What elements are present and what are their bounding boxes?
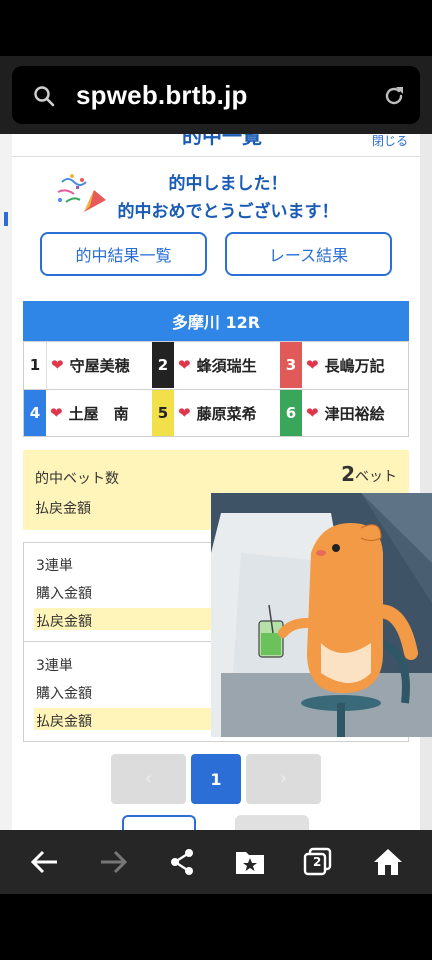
home-icon bbox=[374, 849, 402, 875]
race-result-button[interactable]: レース結果 bbox=[225, 232, 392, 276]
racer-name: 守屋美穂 bbox=[69, 356, 130, 375]
bottom-button-right[interactable] bbox=[235, 815, 309, 830]
racer-grid: 1 ❤ 守屋美穂 2 ❤ 蜂須瑞生 3 ❤ 長嶋万記 4 ❤ 土屋 南 5 ❤ … bbox=[23, 341, 409, 437]
browser-bottom-nav: 2 bbox=[0, 830, 432, 894]
racer-number: 1 bbox=[24, 342, 47, 388]
divider bbox=[12, 156, 420, 157]
purchase-label: 購入金額 bbox=[36, 586, 92, 602]
tabs-button[interactable]: 2 bbox=[298, 844, 338, 880]
racer-cell: 2 ❤ 蜂須瑞生 bbox=[152, 342, 280, 388]
page-1-button[interactable]: 1 bbox=[191, 754, 241, 804]
reload-icon[interactable] bbox=[382, 84, 406, 108]
share-icon bbox=[171, 849, 193, 875]
heart-icon[interactable]: ❤ bbox=[178, 404, 191, 422]
modal-title: 的中一覧 bbox=[182, 134, 262, 148]
back-button[interactable] bbox=[24, 844, 64, 880]
congrats-line-1: 的中しました！ bbox=[168, 174, 288, 194]
race-header: 多摩川 12R bbox=[23, 301, 409, 341]
racer-number: 6 bbox=[280, 390, 302, 436]
search-icon bbox=[34, 86, 55, 107]
party-popper-icon bbox=[57, 174, 106, 212]
next-arrow: › bbox=[279, 768, 288, 789]
prev-arrow: ‹ bbox=[144, 768, 153, 789]
payout-label: 払戻金額 bbox=[35, 501, 91, 517]
close-button[interactable]: 閉じる bbox=[372, 134, 408, 149]
racer-cell: 1 ❤ 守屋美穂 bbox=[24, 342, 152, 388]
heart-icon[interactable]: ❤ bbox=[306, 356, 319, 374]
racer-name: 津田裕絵 bbox=[324, 404, 385, 423]
heart-icon[interactable]: ❤ bbox=[306, 404, 319, 422]
payout-label: 払戻金額 bbox=[36, 614, 92, 630]
share-button[interactable] bbox=[162, 844, 202, 880]
back-icon bbox=[30, 850, 57, 874]
bet-count-unit: ベット bbox=[355, 469, 397, 485]
browser-toolbar: spweb.brtb.jp bbox=[0, 56, 432, 134]
racer-cell: 4 ❤ 土屋 南 bbox=[24, 390, 152, 436]
mascot-overlay-image[interactable] bbox=[211, 493, 432, 737]
home-button[interactable] bbox=[368, 844, 408, 880]
racer-cell: 5 ❤ 藤原菜希 bbox=[152, 390, 280, 436]
bookmark-star-icon bbox=[236, 852, 264, 874]
payout-label: 払戻金額 bbox=[36, 714, 92, 730]
racer-name: 蜂須瑞生 bbox=[196, 356, 257, 375]
url-text: spweb.brtb.jp bbox=[76, 80, 248, 110]
forward-button[interactable] bbox=[94, 844, 134, 880]
racer-number: 2 bbox=[152, 342, 174, 388]
racer-number: 3 bbox=[280, 342, 302, 388]
hit-list-button[interactable]: 的中結果一覧 bbox=[40, 232, 207, 276]
mascot-illustration bbox=[211, 493, 432, 737]
racer-number: 4 bbox=[24, 390, 46, 436]
racer-cell: 6 ❤ 津田裕絵 bbox=[280, 390, 408, 436]
racer-name: 土屋 南 bbox=[68, 404, 129, 423]
next-page-button[interactable]: › bbox=[246, 754, 321, 804]
background-page-edge bbox=[0, 134, 12, 830]
bet-count-number: 2 bbox=[341, 462, 355, 486]
tabs-count: 2 bbox=[313, 855, 322, 869]
bet-count-label: 的中ベット数 bbox=[35, 471, 119, 487]
racer-name: 長嶋万記 bbox=[324, 356, 385, 375]
prev-page-button[interactable]: ‹ bbox=[111, 754, 186, 804]
status-bar bbox=[0, 0, 432, 56]
heart-icon[interactable]: ❤ bbox=[178, 356, 191, 374]
system-nav-area bbox=[0, 894, 432, 960]
address-bar[interactable]: spweb.brtb.jp bbox=[12, 66, 420, 124]
racer-number: 5 bbox=[152, 390, 174, 436]
heart-icon[interactable]: ❤ bbox=[51, 356, 64, 374]
bet-count-value: 2ベット bbox=[341, 462, 397, 486]
congrats-line-2: 的中おめでとうございます！ bbox=[117, 202, 339, 222]
congrats-message: 的中しました！ 的中おめでとうございます！ bbox=[108, 170, 348, 226]
racer-cell: 3 ❤ 長嶋万記 bbox=[280, 342, 408, 388]
purchase-label: 購入金額 bbox=[36, 686, 92, 702]
heart-icon[interactable]: ❤ bbox=[50, 404, 63, 422]
forward-icon bbox=[101, 850, 128, 874]
bet-type: 3連単 bbox=[36, 658, 73, 674]
bookmarks-button[interactable] bbox=[230, 844, 270, 880]
bottom-button-left[interactable] bbox=[122, 815, 196, 830]
bet-type: 3連単 bbox=[36, 558, 73, 574]
racer-name: 藤原菜希 bbox=[196, 404, 257, 423]
